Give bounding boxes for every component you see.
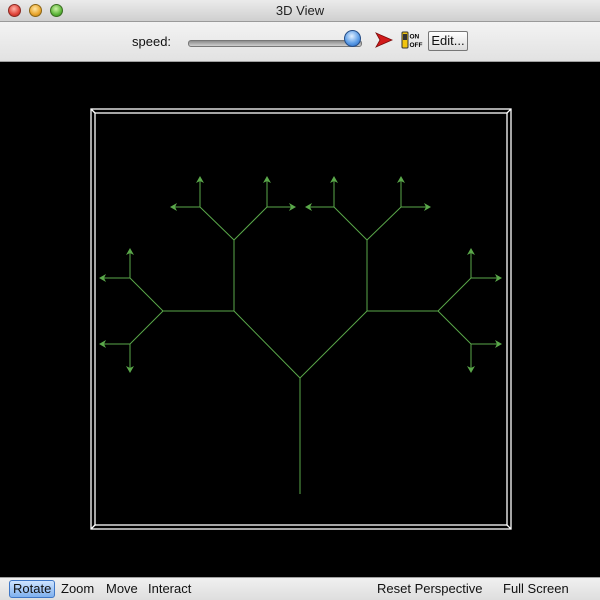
full-screen-button[interactable]: Full Screen: [503, 581, 569, 597]
tree-branch: [333, 206, 368, 241]
tree-branch: [437, 277, 472, 312]
tree-branch: [199, 206, 235, 241]
status-bar: Rotate Zoom Move Interact Reset Perspect…: [0, 577, 600, 600]
toolbar: speed:: [0, 22, 600, 62]
zoom-mode-button[interactable]: Zoom: [61, 581, 94, 597]
tree-branch: [233, 206, 268, 241]
title-bar[interactable]: 3D View: [0, 0, 600, 22]
on-label: ON: [410, 34, 420, 41]
edit-button[interactable]: Edit...: [428, 31, 468, 51]
3d-viewport[interactable]: [0, 62, 600, 577]
tree-branch: [129, 310, 164, 345]
fractal-tree: [99, 176, 502, 494]
play-arrow-icon[interactable]: [375, 31, 393, 49]
tree-branch: [299, 310, 368, 379]
speed-label: speed:: [132, 34, 172, 49]
interact-mode-button[interactable]: Interact: [148, 581, 191, 597]
tree-branch: [129, 277, 164, 312]
speed-slider[interactable]: [188, 40, 362, 47]
reset-perspective-button[interactable]: Reset Perspective: [377, 581, 483, 597]
tree-branch: [437, 310, 472, 345]
on-off-switch-icon[interactable]: ON OFF: [401, 30, 423, 50]
tree-branch: [233, 310, 301, 379]
rotate-mode-button[interactable]: Rotate: [9, 580, 56, 598]
bounding-box-frame: [90, 108, 512, 530]
move-mode-button[interactable]: Move: [106, 581, 138, 597]
off-label: OFF: [410, 42, 423, 49]
window-title: 3D View: [275, 3, 325, 18]
tree-branch: [366, 206, 402, 241]
speed-slider-knob[interactable]: [344, 30, 361, 47]
scene-canvas: [90, 108, 512, 530]
